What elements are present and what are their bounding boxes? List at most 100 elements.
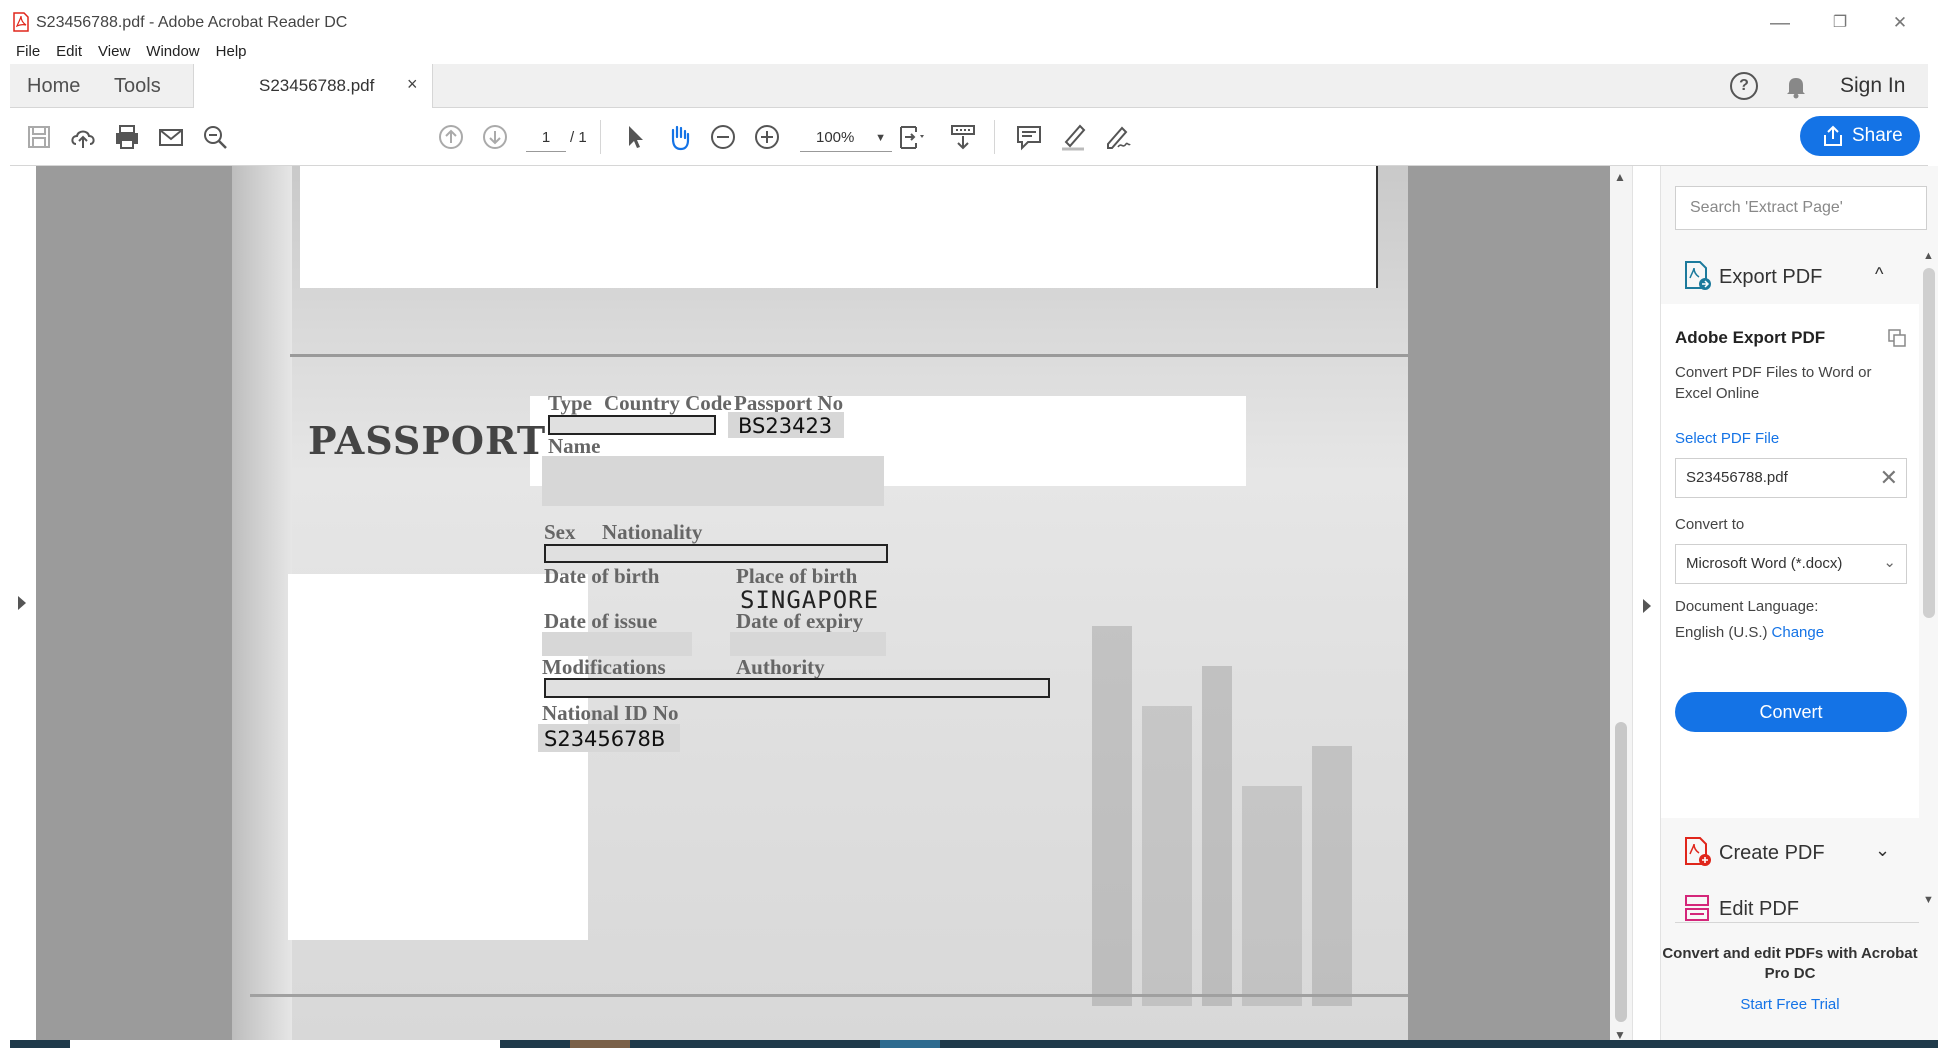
export-pdf-icon	[1685, 261, 1711, 290]
fit-page-icon[interactable]	[896, 122, 926, 152]
create-pdf-section-header[interactable]: Create PDF ⌄	[1661, 826, 1919, 878]
convert-button[interactable]: Convert	[1675, 692, 1907, 732]
menu-view[interactable]: View	[90, 40, 138, 64]
passport-heading: PASSPORT	[308, 418, 547, 463]
watermark-skyline	[1092, 626, 1352, 1006]
sex-label: Sex	[544, 520, 576, 544]
tab-home[interactable]: Home	[27, 64, 80, 108]
export-pdf-panel: Adobe Export PDF Convert PDF Files to Wo…	[1661, 304, 1919, 818]
chevron-up-icon[interactable]: ^	[1875, 264, 1883, 285]
toolbar-divider	[600, 120, 601, 154]
photo-redaction	[288, 574, 588, 940]
national-id-value: S2345678B	[544, 727, 666, 751]
edit-pdf-icon	[1685, 895, 1709, 921]
zoom-caret-icon: ▼	[875, 132, 886, 144]
select-cursor-icon[interactable]	[620, 122, 650, 152]
tab-tools[interactable]: Tools	[114, 64, 161, 108]
pdf-page: PASSPORT Type Country Code Passport No B…	[232, 166, 1408, 1048]
taskbar-app-icon[interactable]	[570, 1040, 630, 1048]
chevron-down-icon: ⌄	[1883, 554, 1896, 571]
change-language-link[interactable]: Change	[1772, 624, 1825, 641]
tab-close-icon[interactable]: ×	[407, 74, 418, 95]
tools-search-input[interactable]: Search 'Extract Page'	[1675, 186, 1927, 230]
document-scrollbar[interactable]: ▲ ▼	[1610, 166, 1632, 1048]
taskbar	[10, 1040, 1938, 1048]
redacted-field	[544, 678, 1050, 698]
tab-bar: Home Tools S23456788.pdf × ? Sign In	[10, 64, 1928, 108]
menu-file[interactable]: File	[0, 40, 48, 64]
national-id-label: National ID No	[542, 701, 679, 725]
modifications-label: Modifications	[542, 655, 666, 679]
scroll-up-arrow-icon[interactable]: ▲	[1923, 250, 1934, 262]
create-pdf-icon	[1685, 837, 1711, 866]
create-pdf-title: Create PDF	[1719, 842, 1825, 864]
search-zoom-icon[interactable]	[200, 122, 230, 152]
taskbar-app-icon[interactable]	[880, 1040, 940, 1048]
edit-pdf-section-header[interactable]: Edit PDF	[1661, 882, 1919, 934]
zoom-level-select[interactable]: 100% ▼	[800, 124, 892, 152]
right-pane-toggle[interactable]	[1632, 166, 1660, 1048]
toolbar: 1 / 1 100% ▼ Share	[10, 108, 1928, 166]
tools-pane-scrollbar[interactable]: ▲ ▼	[1919, 250, 1938, 910]
notification-bell-icon[interactable]	[1782, 72, 1810, 100]
sign-in-link[interactable]: Sign In	[1840, 74, 1905, 98]
comment-icon[interactable]	[1014, 122, 1044, 152]
next-page-icon[interactable]	[480, 122, 510, 152]
authority-label: Authority	[736, 655, 825, 679]
menu-bar: File Edit View Window Help	[0, 40, 255, 64]
selected-file-field[interactable]: S23456788.pdf ✕	[1675, 458, 1907, 498]
select-pdf-file-link[interactable]: Select PDF File	[1675, 430, 1779, 447]
tools-pane: Search 'Extract Page' Export PDF ^ Adobe…	[1660, 166, 1938, 1048]
nationality-label: Nationality	[602, 520, 703, 544]
tab-document[interactable]: S23456788.pdf ×	[193, 64, 433, 108]
share-button[interactable]: Share	[1800, 116, 1920, 156]
menu-window[interactable]: Window	[138, 40, 207, 64]
scrollbar-thumb[interactable]	[1615, 722, 1627, 1022]
hand-tool-icon[interactable]	[664, 122, 694, 152]
page-curl-shadow	[232, 166, 292, 1048]
divider-line	[290, 354, 1408, 357]
window-title: S23456788.pdf - Adobe Acrobat Reader DC	[36, 14, 348, 31]
email-icon[interactable]	[156, 122, 186, 152]
taskbar-search-box[interactable]	[70, 1040, 500, 1048]
share-label: Share	[1852, 125, 1903, 146]
document-viewport[interactable]: PASSPORT Type Country Code Passport No B…	[10, 166, 1610, 1048]
passport-no-value: BS23423	[738, 414, 833, 438]
date-of-issue-label: Date of issue	[544, 609, 658, 633]
page-total: / 1	[570, 129, 587, 146]
restore-button[interactable]: ❐	[1820, 8, 1860, 38]
redacted-field	[544, 544, 888, 563]
save-icon[interactable]	[24, 122, 54, 152]
clear-file-icon[interactable]: ✕	[1880, 465, 1898, 491]
page-number-input[interactable]: 1	[526, 124, 566, 152]
scroll-down-arrow-icon[interactable]: ▼	[1923, 894, 1934, 906]
upload-cloud-icon[interactable]	[68, 122, 98, 152]
tab-document-label: S23456788.pdf	[259, 76, 375, 95]
convert-to-select[interactable]: Microsoft Word (*.docx) ⌄	[1675, 544, 1907, 584]
help-icon[interactable]: ?	[1730, 72, 1758, 100]
start-free-trial-link[interactable]: Start Free Trial	[1661, 996, 1919, 1013]
menu-edit[interactable]: Edit	[48, 40, 90, 64]
scroll-up-arrow-icon[interactable]: ▲	[1614, 170, 1626, 184]
title-bar: S23456788.pdf - Adobe Acrobat Reader DC …	[0, 0, 1938, 46]
minimize-button[interactable]: —	[1760, 8, 1800, 38]
sign-icon[interactable]	[1102, 122, 1132, 152]
convert-to-value: Microsoft Word (*.docx)	[1686, 555, 1843, 572]
left-panel-toggle[interactable]	[10, 166, 36, 1048]
highlight-pen-icon[interactable]	[1058, 122, 1088, 152]
zoom-out-icon[interactable]	[708, 122, 738, 152]
close-button[interactable]: ✕	[1880, 8, 1920, 38]
copy-icon[interactable]	[1887, 328, 1907, 348]
zoom-in-icon[interactable]	[752, 122, 782, 152]
document-language-label: Document Language:	[1675, 598, 1819, 615]
print-icon[interactable]	[112, 122, 142, 152]
pane-divider	[1675, 922, 1919, 923]
scrollbar-thumb[interactable]	[1923, 268, 1935, 618]
previous-page-icon[interactable]	[436, 122, 466, 152]
expand-left-arrow-icon	[18, 596, 26, 610]
menu-help[interactable]: Help	[208, 40, 255, 64]
scroll-mode-icon[interactable]	[948, 122, 978, 152]
chevron-down-icon[interactable]: ⌄	[1875, 840, 1890, 861]
export-pdf-section-header[interactable]: Export PDF ^	[1661, 250, 1919, 302]
adobe-export-title: Adobe Export PDF	[1675, 328, 1826, 347]
